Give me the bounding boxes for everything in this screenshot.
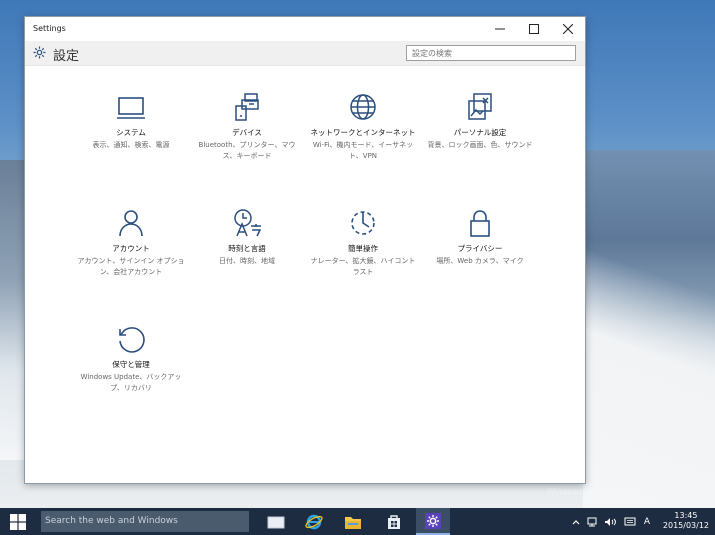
network-icon	[587, 517, 597, 526]
show-hidden-icons-button[interactable]	[570, 508, 582, 535]
tile-desc: アカウント、サインイン オプション、会社アカウント	[77, 257, 185, 276]
clock-time: 13:45	[674, 511, 698, 520]
settings-header: 設定	[25, 41, 585, 66]
settings-categories: システム 表示、通知、検索、電源 デバイス Bluetooth、プリンター、マウ…	[25, 65, 585, 483]
tile-personalization[interactable]: パーソナル設定 背景、ロック画面、色、サウンド	[421, 89, 539, 151]
clock-date: 2015/03/12	[662, 521, 709, 530]
tile-desc: 場所、Web カメラ、マイク	[436, 257, 524, 265]
personalization-icon	[468, 93, 492, 120]
close-icon	[563, 24, 573, 34]
tile-desc: 表示、通知、検索、電源	[92, 141, 170, 149]
window-title: Settings	[33, 24, 66, 33]
tile-name: ネットワークとインターネット	[310, 128, 416, 137]
tile-privacy[interactable]: プライバシー 場所、Web カメラ、マイク	[421, 205, 539, 267]
tile-devices[interactable]: デバイス Bluetooth、プリンター、マウス、キーボード	[188, 89, 306, 162]
settings-window: Settings 設定 システム 表示、通知、検索、電源	[25, 17, 585, 483]
tile-network[interactable]: ネットワークとインターネット Wi-Fi、機内モード、イーサネット、VPN	[304, 89, 422, 162]
devices-icon	[235, 93, 259, 121]
store-button[interactable]	[377, 508, 411, 535]
tile-desc: Windows Update、バックアップ、リカバリ	[80, 373, 182, 392]
monitor-icon	[117, 97, 145, 119]
store-icon	[388, 514, 400, 529]
maximize-icon	[529, 24, 539, 34]
taskbar-clock[interactable]: 13:45 2015/03/12	[663, 511, 709, 531]
tile-name: 保守と管理	[112, 360, 150, 369]
volume-tray-button[interactable]	[603, 508, 617, 535]
minimize-icon	[495, 28, 505, 30]
person-icon	[119, 210, 143, 237]
internet-explorer-button[interactable]	[297, 508, 331, 535]
tile-name: 簡単操作	[348, 244, 378, 253]
gear-icon	[425, 512, 441, 529]
task-view-button[interactable]	[259, 508, 293, 535]
folder-icon	[345, 516, 361, 529]
taskbar-search-box[interactable]: Search the web and Windows	[41, 511, 249, 532]
desktop-snow	[583, 230, 715, 510]
tile-desc: Bluetooth、プリンター、マウス、キーボード	[198, 141, 296, 160]
task-view-icon	[267, 516, 285, 528]
title-bar[interactable]: Settings	[25, 17, 585, 41]
message-icon	[624, 517, 636, 525]
ime-indicator[interactable]: A	[640, 508, 654, 535]
tile-update-recovery[interactable]: 保守と管理 Windows Update、バックアップ、リカバリ	[72, 321, 190, 394]
internet-explorer-icon	[305, 514, 323, 529]
watermark-build: 評価コピー。Build 9926	[621, 498, 712, 507]
tile-system[interactable]: システム 表示、通知、検索、電源	[72, 89, 190, 151]
globe-icon	[350, 94, 376, 120]
network-tray-button[interactable]	[586, 508, 600, 535]
maximize-button[interactable]	[517, 17, 551, 41]
tile-desc: Wi-Fi、機内モード、イーサネット、VPN	[312, 141, 414, 160]
update-icon	[119, 327, 145, 353]
close-button[interactable]	[551, 17, 585, 41]
action-center-button[interactable]	[622, 508, 638, 535]
tile-time-language[interactable]: 時刻と言語 日付、時刻、地域	[188, 205, 306, 267]
tile-name: システム	[116, 128, 146, 137]
time-language-icon	[234, 209, 262, 237]
chevron-up-icon	[572, 519, 580, 524]
tile-desc: 背景、ロック画面、色、サウンド	[427, 141, 533, 149]
tile-ease-of-access[interactable]: 簡単操作 ナレーター、拡大鏡、ハイコントラスト	[304, 205, 422, 278]
tile-name: デバイス	[232, 128, 262, 137]
file-explorer-button[interactable]	[336, 508, 370, 535]
volume-icon	[605, 517, 616, 526]
taskbar: Search the web and Windows A 13:45 2015/…	[0, 508, 715, 535]
tile-accounts[interactable]: アカウント アカウント、サインイン オプション、会社アカウント	[72, 205, 190, 278]
tile-name: アカウント	[112, 244, 150, 253]
lock-icon	[470, 210, 490, 237]
tile-desc: 日付、時刻、地域	[219, 257, 275, 265]
minimize-button[interactable]	[483, 17, 517, 41]
gear-icon	[33, 46, 46, 59]
ease-of-access-icon	[351, 211, 375, 235]
start-button[interactable]	[0, 508, 36, 535]
windows-logo-icon	[10, 513, 26, 530]
watermark-edition: Windows 10 Enterprise Technical Preview	[546, 487, 712, 496]
tile-desc: ナレーター、拡大鏡、ハイコントラスト	[310, 257, 416, 276]
tile-name: 時刻と言語	[228, 244, 266, 253]
settings-taskbar-button[interactable]	[416, 508, 450, 535]
tile-name: プライバシー	[457, 244, 503, 253]
tile-name: パーソナル設定	[453, 128, 507, 137]
build-watermark: Windows 10 Enterprise Technical Preview …	[547, 486, 712, 508]
header-title: 設定	[53, 49, 80, 64]
settings-search-input[interactable]	[406, 45, 576, 61]
